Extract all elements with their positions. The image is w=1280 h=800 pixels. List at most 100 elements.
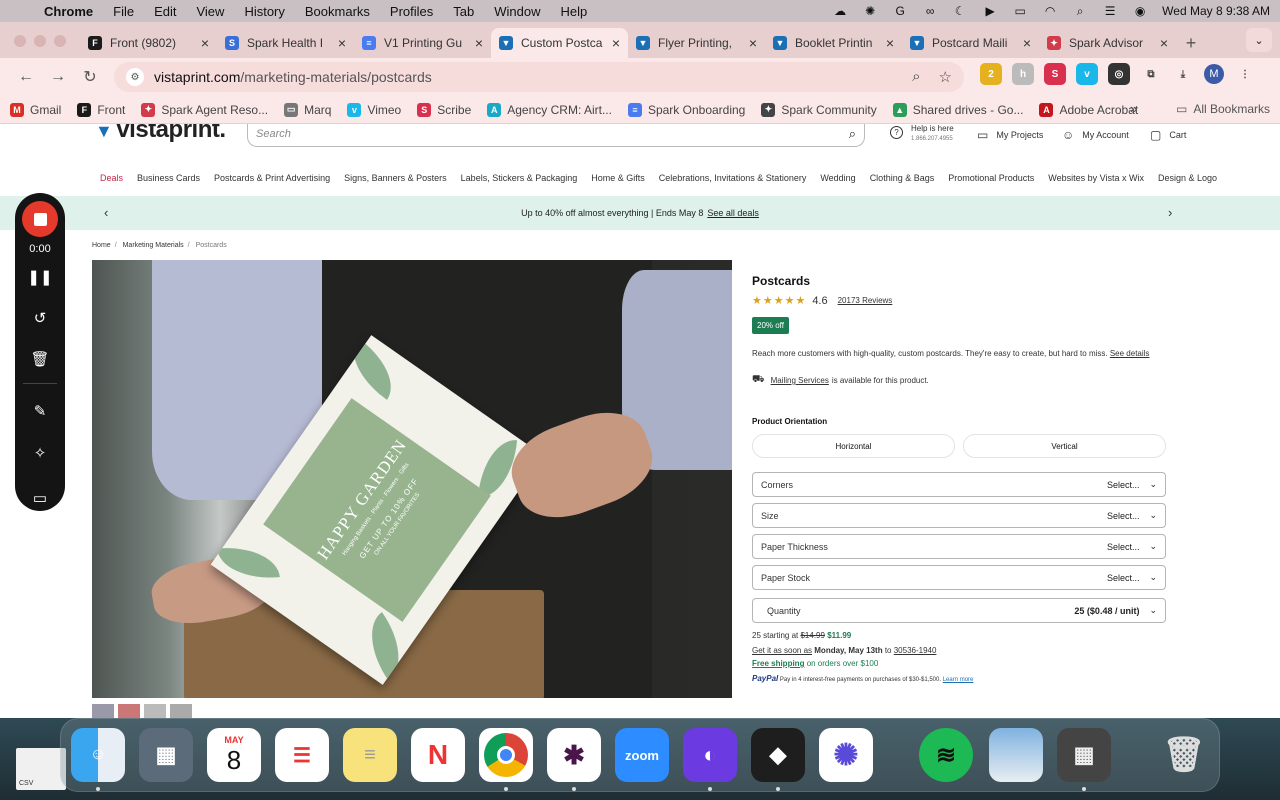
pen-icon[interactable]: ✎ bbox=[25, 399, 55, 423]
stop-recording-button[interactable] bbox=[22, 201, 58, 237]
bookmarks-overflow-icon[interactable]: » bbox=[1130, 101, 1137, 116]
option-select[interactable]: Size Select... ⌄ bbox=[752, 503, 1166, 528]
category-nav-item[interactable]: Celebrations, Invitations & Stationery bbox=[659, 173, 807, 183]
browser-tab[interactable]: S Spark Health I × bbox=[217, 28, 354, 58]
close-tab-icon[interactable]: × bbox=[749, 35, 757, 51]
spotify-icon[interactable]: ≋ bbox=[919, 728, 973, 782]
breadcrumb-marketing[interactable]: Marketing Materials bbox=[123, 242, 184, 249]
bookmark-item[interactable]: ✦ Spark Agent Reso... bbox=[141, 102, 268, 117]
orientation-vertical-button[interactable]: Vertical bbox=[963, 434, 1166, 458]
restart-icon[interactable]: ↺ bbox=[25, 306, 55, 330]
battery-icon[interactable]: ▭ bbox=[1012, 4, 1028, 18]
free-shipping-link[interactable]: Free shipping bbox=[752, 659, 804, 668]
zoom-icon[interactable]: zoom bbox=[615, 728, 669, 782]
thumbnail[interactable] bbox=[118, 704, 140, 718]
bookmark-item[interactable]: v Vimeo bbox=[347, 102, 401, 117]
profile-avatar[interactable]: M bbox=[1204, 64, 1224, 84]
camera-icon[interactable]: ▭ bbox=[25, 489, 55, 507]
forward-arrow-icon[interactable]: → bbox=[42, 63, 74, 91]
category-nav-item[interactable]: Promotional Products bbox=[948, 173, 1034, 183]
play-icon[interactable]: ▶ bbox=[982, 4, 998, 18]
thumbnail[interactable] bbox=[170, 704, 192, 718]
category-nav-item[interactable]: Home & Gifts bbox=[591, 173, 645, 183]
vistaprint-logo[interactable]: ▼ vistaprint. bbox=[95, 124, 226, 144]
extension-grey-icon[interactable]: h bbox=[1012, 63, 1034, 85]
menu-tab[interactable]: Tab bbox=[443, 4, 484, 19]
launchpad-icon[interactable]: ▦ bbox=[139, 728, 193, 782]
bookmark-item[interactable]: M Gmail bbox=[10, 102, 61, 117]
zoom-window-icon[interactable] bbox=[54, 35, 66, 47]
category-nav-item[interactable]: Clothing & Bags bbox=[870, 173, 935, 183]
category-nav-item[interactable]: Postcards & Print Advertising bbox=[214, 173, 330, 183]
preview-icon[interactable] bbox=[989, 728, 1043, 782]
promo-prev-chevron-icon[interactable]: ‹ bbox=[104, 205, 108, 220]
moon-icon[interactable]: ☾ bbox=[952, 4, 968, 18]
close-tab-icon[interactable]: × bbox=[201, 35, 209, 51]
chrome-icon[interactable] bbox=[479, 728, 533, 782]
my-projects-link[interactable]: ▭ My Projects bbox=[977, 128, 1043, 142]
downloads-icon[interactable]: ⤓ bbox=[1172, 63, 1194, 85]
category-nav-item[interactable]: Design & Logo bbox=[1158, 173, 1217, 183]
site-info-icon[interactable]: ⚙ bbox=[126, 68, 144, 86]
chat-app-icon[interactable]: ◐ bbox=[683, 728, 737, 782]
see-all-deals-link[interactable]: See all deals bbox=[707, 208, 759, 218]
browser-tab[interactable]: ▼ Custom Postca × bbox=[491, 28, 628, 58]
close-tab-icon[interactable]: × bbox=[1023, 35, 1031, 51]
category-nav-item[interactable]: Websites by Vista x Wix bbox=[1048, 173, 1144, 183]
extensions-puzzle-icon[interactable]: ⧉ bbox=[1140, 63, 1162, 85]
close-tab-icon[interactable]: × bbox=[338, 35, 346, 51]
cart-link[interactable]: ▢ Cart bbox=[1150, 128, 1186, 142]
all-bookmarks[interactable]: ▭ All Bookmarks bbox=[1176, 102, 1270, 116]
help-link[interactable]: ? Help is here 1.866.207.4955 bbox=[890, 124, 954, 142]
category-nav-item[interactable]: Signs, Banners & Posters bbox=[344, 173, 447, 183]
grammarly-icon[interactable]: G bbox=[892, 4, 908, 18]
browser-tab[interactable]: F Front (9802) × bbox=[80, 28, 217, 58]
mailing-services-link[interactable]: Mailing Services bbox=[771, 376, 829, 385]
paypal-learn-more-link[interactable]: Learn more bbox=[943, 677, 974, 683]
address-bar[interactable]: ⚙ vistaprint.com /marketing-materials/po… bbox=[114, 62, 964, 92]
extension-badge-icon[interactable]: 2 bbox=[980, 63, 1002, 85]
bookmark-item[interactable]: ✦ Spark Community bbox=[761, 102, 877, 117]
menu-window[interactable]: Window bbox=[484, 4, 550, 19]
bookmark-item[interactable]: A Adobe Acrobat bbox=[1039, 102, 1138, 117]
loom-extension-icon[interactable]: ◎ bbox=[1108, 63, 1130, 85]
close-window-icon[interactable] bbox=[14, 35, 26, 47]
menu-view[interactable]: View bbox=[186, 4, 234, 19]
bookmark-item[interactable]: F Front bbox=[77, 102, 125, 117]
browser-tab[interactable]: ≡ V1 Printing Gu × bbox=[354, 28, 491, 58]
thumbnail[interactable] bbox=[92, 704, 114, 718]
close-tab-icon[interactable]: × bbox=[1160, 35, 1168, 51]
notes-icon[interactable]: ≡ bbox=[343, 728, 397, 782]
trash-bin-icon[interactable]: 🗑 bbox=[1157, 728, 1211, 782]
siri-icon[interactable]: ◉ bbox=[1132, 4, 1148, 18]
site-search-input[interactable]: Search ⌕ bbox=[247, 124, 865, 147]
figma-icon[interactable]: ◆ bbox=[751, 728, 805, 782]
menu-edit[interactable]: Edit bbox=[144, 4, 186, 19]
menubar-clock[interactable]: Wed May 8 9:38 AM bbox=[1162, 4, 1270, 18]
bookmark-item[interactable]: A Agency CRM: Airt... bbox=[487, 102, 612, 117]
creative-cloud-icon[interactable]: ☁ bbox=[832, 4, 848, 18]
reminders-icon[interactable]: ☰ bbox=[275, 728, 329, 782]
category-nav-item[interactable]: Labels, Stickers & Packaging bbox=[461, 173, 578, 183]
menu-bookmarks[interactable]: Bookmarks bbox=[295, 4, 380, 19]
category-nav-item[interactable]: Deals bbox=[100, 173, 123, 183]
delivery-zip-link[interactable]: 30536-1940 bbox=[894, 646, 937, 655]
more-menu-icon[interactable]: ⋮ bbox=[1234, 63, 1256, 85]
option-select[interactable]: Corners Select... ⌄ bbox=[752, 472, 1166, 497]
reload-icon[interactable]: ↻ bbox=[74, 63, 106, 91]
promo-next-chevron-icon[interactable]: › bbox=[1168, 205, 1172, 220]
bookmark-item[interactable]: ▲ Shared drives - Go... bbox=[892, 102, 1023, 117]
bookmark-star-icon[interactable]: ☆ bbox=[939, 68, 952, 86]
new-tab-icon[interactable]: + bbox=[1176, 28, 1206, 58]
brightness-icon[interactable]: ✺ bbox=[862, 4, 878, 18]
menu-app-name[interactable]: Chrome bbox=[40, 4, 103, 19]
menu-file[interactable]: File bbox=[103, 4, 144, 19]
news-icon[interactable]: N bbox=[411, 728, 465, 782]
bookmark-item[interactable]: ≡ Spark Onboarding bbox=[627, 102, 745, 117]
wifi-icon[interactable]: ◠ bbox=[1042, 4, 1058, 18]
menu-history[interactable]: History bbox=[234, 4, 294, 19]
quantity-select[interactable]: Quantity 25 ($0.48 / unit) ⌄ bbox=[752, 598, 1166, 623]
browser-tab[interactable]: ▼ Booklet Printin × bbox=[765, 28, 902, 58]
option-select[interactable]: Paper Stock Select... ⌄ bbox=[752, 565, 1166, 590]
browser-tab[interactable]: ▼ Flyer Printing, × bbox=[628, 28, 765, 58]
